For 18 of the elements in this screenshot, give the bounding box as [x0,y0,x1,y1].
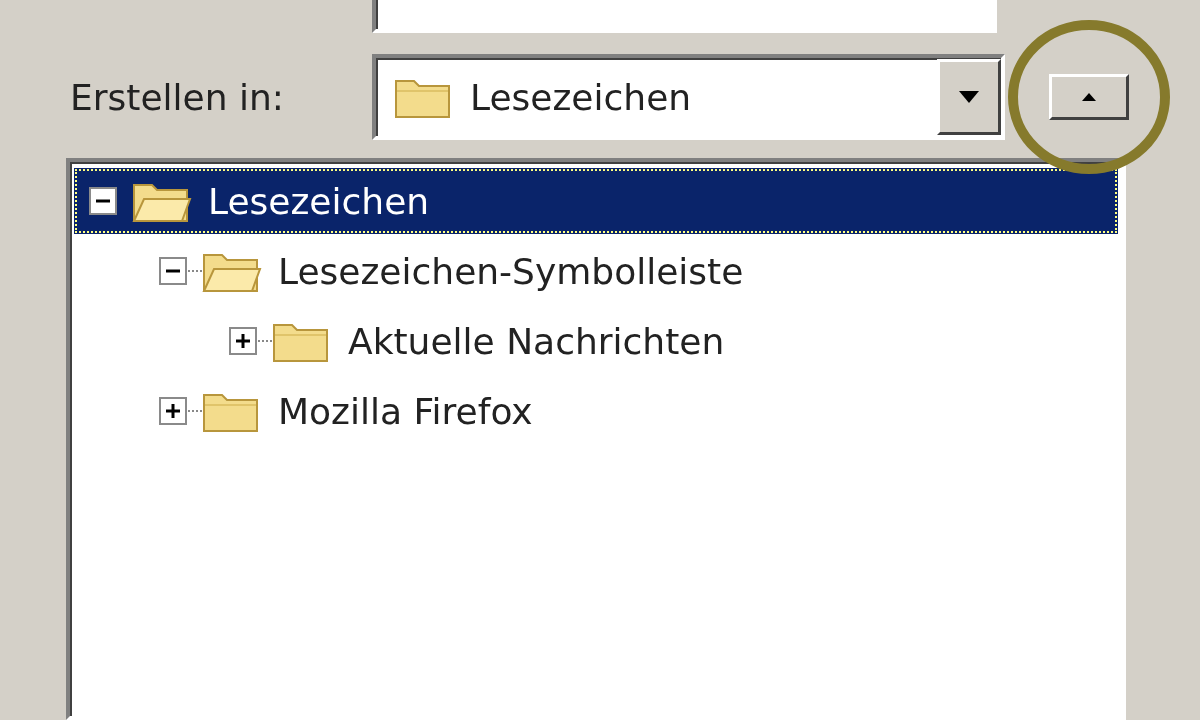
caret-icon [959,91,979,103]
tree-item-label: Mozilla Firefox [278,390,533,432]
tree-item-label: Aktuelle Nachrichten [348,320,725,362]
tree-item[interactable]: Lesezeichen-Symbolleiste [74,238,1118,304]
tree-item-label: Lesezeichen [208,180,430,222]
collapse-icon[interactable] [158,256,188,286]
dropdown-button[interactable] [937,59,1001,135]
tree-item-label: Lesezeichen-Symbolleiste [278,250,744,292]
collapse-button[interactable] [1049,74,1129,120]
tree-item[interactable]: Aktuelle Nachrichten [74,308,1118,374]
tree-item[interactable]: Mozilla Firefox [74,378,1118,444]
tree-item[interactable]: Lesezeichen [74,168,1118,234]
expand-icon[interactable] [158,396,188,426]
expand-icon[interactable] [228,326,258,356]
folder-dropdown[interactable]: Lesezeichen [372,54,1005,140]
field-label: Erstellen in: [70,76,285,118]
collapse-icon[interactable] [88,186,118,216]
caret-up-icon [1082,93,1096,101]
